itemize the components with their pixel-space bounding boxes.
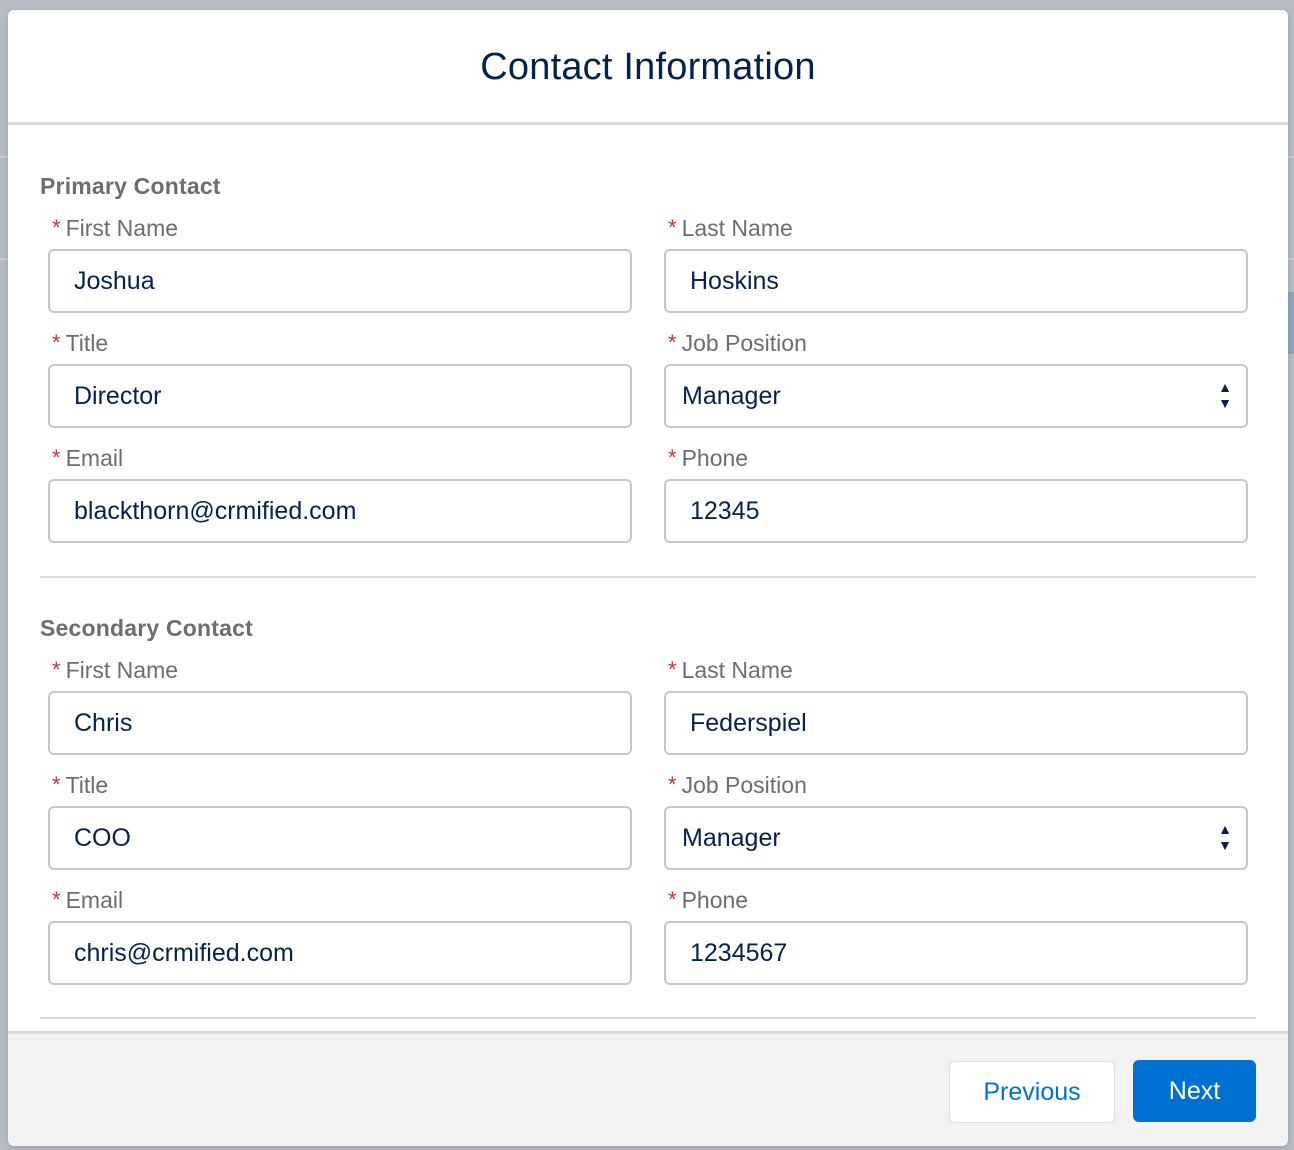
required-marker: * [668, 657, 677, 682]
required-marker: * [668, 445, 677, 470]
required-marker: * [668, 215, 677, 240]
next-button[interactable]: Next [1133, 1060, 1256, 1122]
label-text: Job Position [681, 330, 807, 356]
field-label: * First Name [48, 214, 632, 242]
field-label: * Title [48, 329, 632, 357]
required-marker: * [52, 215, 61, 240]
select-arrows-icon: ▲ ▼ [1218, 822, 1232, 854]
field-label: * Title [48, 771, 632, 799]
field-label: * Phone [664, 886, 1248, 914]
label-text: Email [65, 887, 124, 913]
label-text: First Name [65, 657, 179, 683]
field-label: * Last Name [664, 214, 1248, 242]
modal-title: Contact Information [480, 45, 816, 88]
field-label: * Email [48, 444, 632, 472]
field-label: * First Name [48, 656, 632, 684]
field-label: * Job Position [664, 771, 1248, 799]
required-marker: * [52, 445, 61, 470]
required-marker: * [52, 887, 61, 912]
primary-email-input[interactable]: blackthorn@crmified.com [48, 479, 632, 543]
select-arrows-icon: ▲ ▼ [1218, 380, 1232, 412]
label-text: Job Position [681, 772, 807, 798]
arrow-down-icon: ▼ [1218, 395, 1232, 411]
primary-phone-group: * Phone 12345 [664, 444, 1248, 543]
previous-button[interactable]: Previous [949, 1061, 1115, 1123]
field-label: * Job Position [664, 329, 1248, 357]
secondary-phone-input[interactable]: 1234567 [664, 921, 1248, 985]
modal-footer: Previous Next [8, 1031, 1288, 1146]
secondary-first-name-group: * First Name Chris [48, 656, 632, 755]
primary-title-group: * Title Director [48, 329, 632, 428]
secondary-phone-group: * Phone 1234567 [664, 886, 1248, 985]
arrow-up-icon: ▲ [1218, 379, 1232, 395]
modal-body: Primary Contact * First Name Joshua * La… [8, 125, 1288, 1031]
required-marker: * [52, 772, 61, 797]
section-title: Primary Contact [40, 173, 221, 199]
primary-job-position-group: * Job Position Manager ▲ ▼ [664, 329, 1248, 428]
modal-header: Contact Information [8, 10, 1288, 125]
secondary-title-group: * Title COO [48, 771, 632, 870]
secondary-title-input[interactable]: COO [48, 806, 632, 870]
required-marker: * [668, 772, 677, 797]
primary-last-name-input[interactable]: Hoskins [664, 249, 1248, 313]
required-marker: * [668, 887, 677, 912]
arrow-up-icon: ▲ [1218, 821, 1232, 837]
primary-first-name-input[interactable]: Joshua [48, 249, 632, 313]
secondary-job-position-group: * Job Position Manager ▲ ▼ [664, 771, 1248, 870]
primary-title-input[interactable]: Director [48, 364, 632, 428]
required-marker: * [52, 330, 61, 355]
selected-value: Manager [682, 381, 781, 410]
secondary-email-input[interactable]: chris@crmified.com [48, 921, 632, 985]
secondary-last-name-group: * Last Name Federspiel [664, 656, 1248, 755]
label-text: Last Name [681, 657, 793, 683]
contact-information-modal: Contact Information Primary Contact * Fi… [8, 10, 1288, 1146]
secondary-first-name-input[interactable]: Chris [48, 691, 632, 755]
label-text: Last Name [681, 215, 793, 241]
arrow-down-icon: ▼ [1218, 837, 1232, 853]
primary-first-name-group: * First Name Joshua [48, 214, 632, 313]
field-label: * Last Name [664, 656, 1248, 684]
section-divider [40, 1017, 1256, 1019]
primary-contact-grid: * First Name Joshua * Last Name Hoskins … [48, 214, 1256, 543]
primary-phone-input[interactable]: 12345 [664, 479, 1248, 543]
primary-job-position-select[interactable]: Manager ▲ ▼ [664, 364, 1248, 428]
selected-value: Manager [682, 823, 781, 852]
secondary-last-name-input[interactable]: Federspiel [664, 691, 1248, 755]
secondary-contact-grid: * First Name Chris * Last Name Federspie… [48, 656, 1256, 985]
label-text: First Name [65, 215, 179, 241]
field-label: * Email [48, 886, 632, 914]
required-marker: * [668, 330, 677, 355]
label-text: Title [65, 772, 109, 798]
secondary-contact-section: Secondary Contact * First Name Chris * L… [40, 578, 1256, 1019]
required-marker: * [52, 657, 61, 682]
section-title: Secondary Contact [40, 615, 254, 641]
primary-last-name-group: * Last Name Hoskins [664, 214, 1248, 313]
primary-email-group: * Email blackthorn@crmified.com [48, 444, 632, 543]
label-text: Phone [681, 445, 749, 471]
secondary-email-group: * Email chris@crmified.com [48, 886, 632, 985]
label-text: Title [65, 330, 109, 356]
label-text: Phone [681, 887, 749, 913]
primary-contact-section: Primary Contact * First Name Joshua * La… [40, 125, 1256, 578]
label-text: Email [65, 445, 124, 471]
field-label: * Phone [664, 444, 1248, 472]
secondary-job-position-select[interactable]: Manager ▲ ▼ [664, 806, 1248, 870]
